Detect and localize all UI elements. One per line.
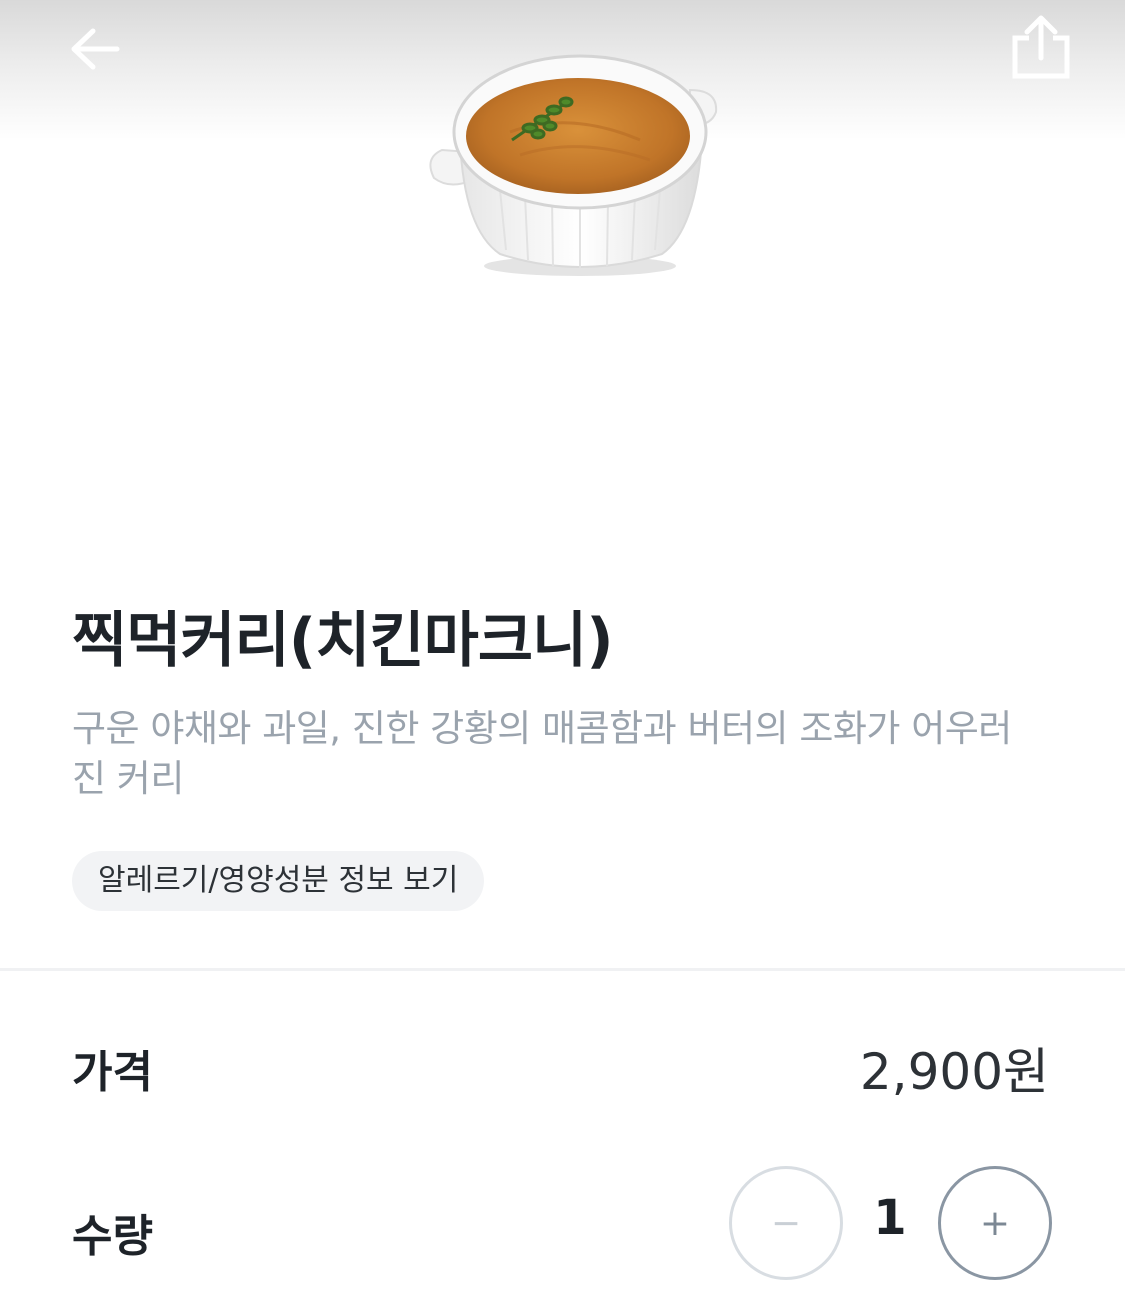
section-divider — [0, 968, 1125, 971]
back-button[interactable] — [62, 22, 128, 76]
product-name: 찍먹커리(치킨마크니) — [72, 606, 614, 676]
allergy-nutrition-info-button[interactable]: 알레르기/영양성분 정보 보기 — [72, 851, 485, 911]
quantity-increase-button[interactable]: + — [938, 1166, 1052, 1280]
price-label: 가격 — [72, 1047, 153, 1098]
share-button[interactable] — [1004, 10, 1078, 84]
share-icon — [1012, 15, 1070, 79]
product-image — [429, 54, 718, 276]
plus-icon: + — [979, 1202, 1011, 1244]
product-detail-page: 찍먹커리(치킨마크니) 구운 야채와 과일, 진한 강황의 매콤함과 버터의 조… — [0, 0, 1125, 1316]
quantity-label: 수량 — [72, 1211, 153, 1262]
arrow-left-icon — [71, 28, 120, 70]
quantity-decrease-button[interactable]: − — [729, 1166, 843, 1280]
price-value: 2,900원 — [859, 1043, 1049, 1101]
product-description: 구운 야채와 과일, 진한 강황의 매콤함과 버터의 조화가 어우러진 커리 — [72, 707, 1012, 800]
quantity-value: 1 — [873, 1190, 907, 1246]
minus-icon: − — [770, 1202, 802, 1244]
